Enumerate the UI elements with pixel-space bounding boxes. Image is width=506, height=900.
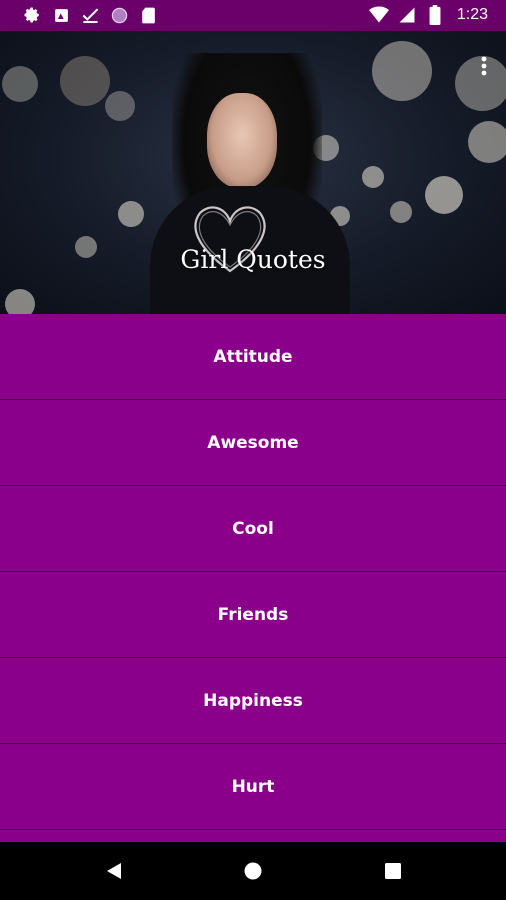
category-item-attitude[interactable]: Attitude	[0, 314, 506, 400]
wifi-icon	[368, 5, 389, 25]
header-banner: Girl Quotes	[0, 31, 506, 314]
clock: 1:23	[456, 6, 488, 23]
signal-icon	[397, 5, 417, 25]
back-icon[interactable]	[103, 860, 125, 882]
category-item-happiness[interactable]: Happiness	[0, 658, 506, 744]
battery-icon	[425, 5, 445, 25]
sd-card-icon	[138, 5, 158, 25]
category-item-friends[interactable]: Friends	[0, 572, 506, 658]
notification-icons	[22, 5, 158, 25]
recents-icon[interactable]	[382, 860, 404, 882]
overflow-menu-icon[interactable]	[480, 53, 488, 81]
category-item-cool[interactable]: Cool	[0, 486, 506, 572]
system-icons: 1:23	[368, 5, 488, 25]
home-icon[interactable]	[242, 860, 264, 882]
navigation-bar	[0, 842, 506, 900]
check-icon	[80, 5, 100, 25]
app-title: Girl Quotes	[180, 245, 326, 274]
category-item-hurt[interactable]: Hurt	[0, 744, 506, 830]
status-bar: 1:23	[0, 0, 506, 31]
circle-icon	[109, 5, 129, 25]
category-list: Attitude Awesome Cool Friends Happiness …	[0, 314, 506, 842]
category-item-awesome[interactable]: Awesome	[0, 400, 506, 486]
image-icon	[51, 5, 71, 25]
gear-icon	[22, 5, 42, 25]
